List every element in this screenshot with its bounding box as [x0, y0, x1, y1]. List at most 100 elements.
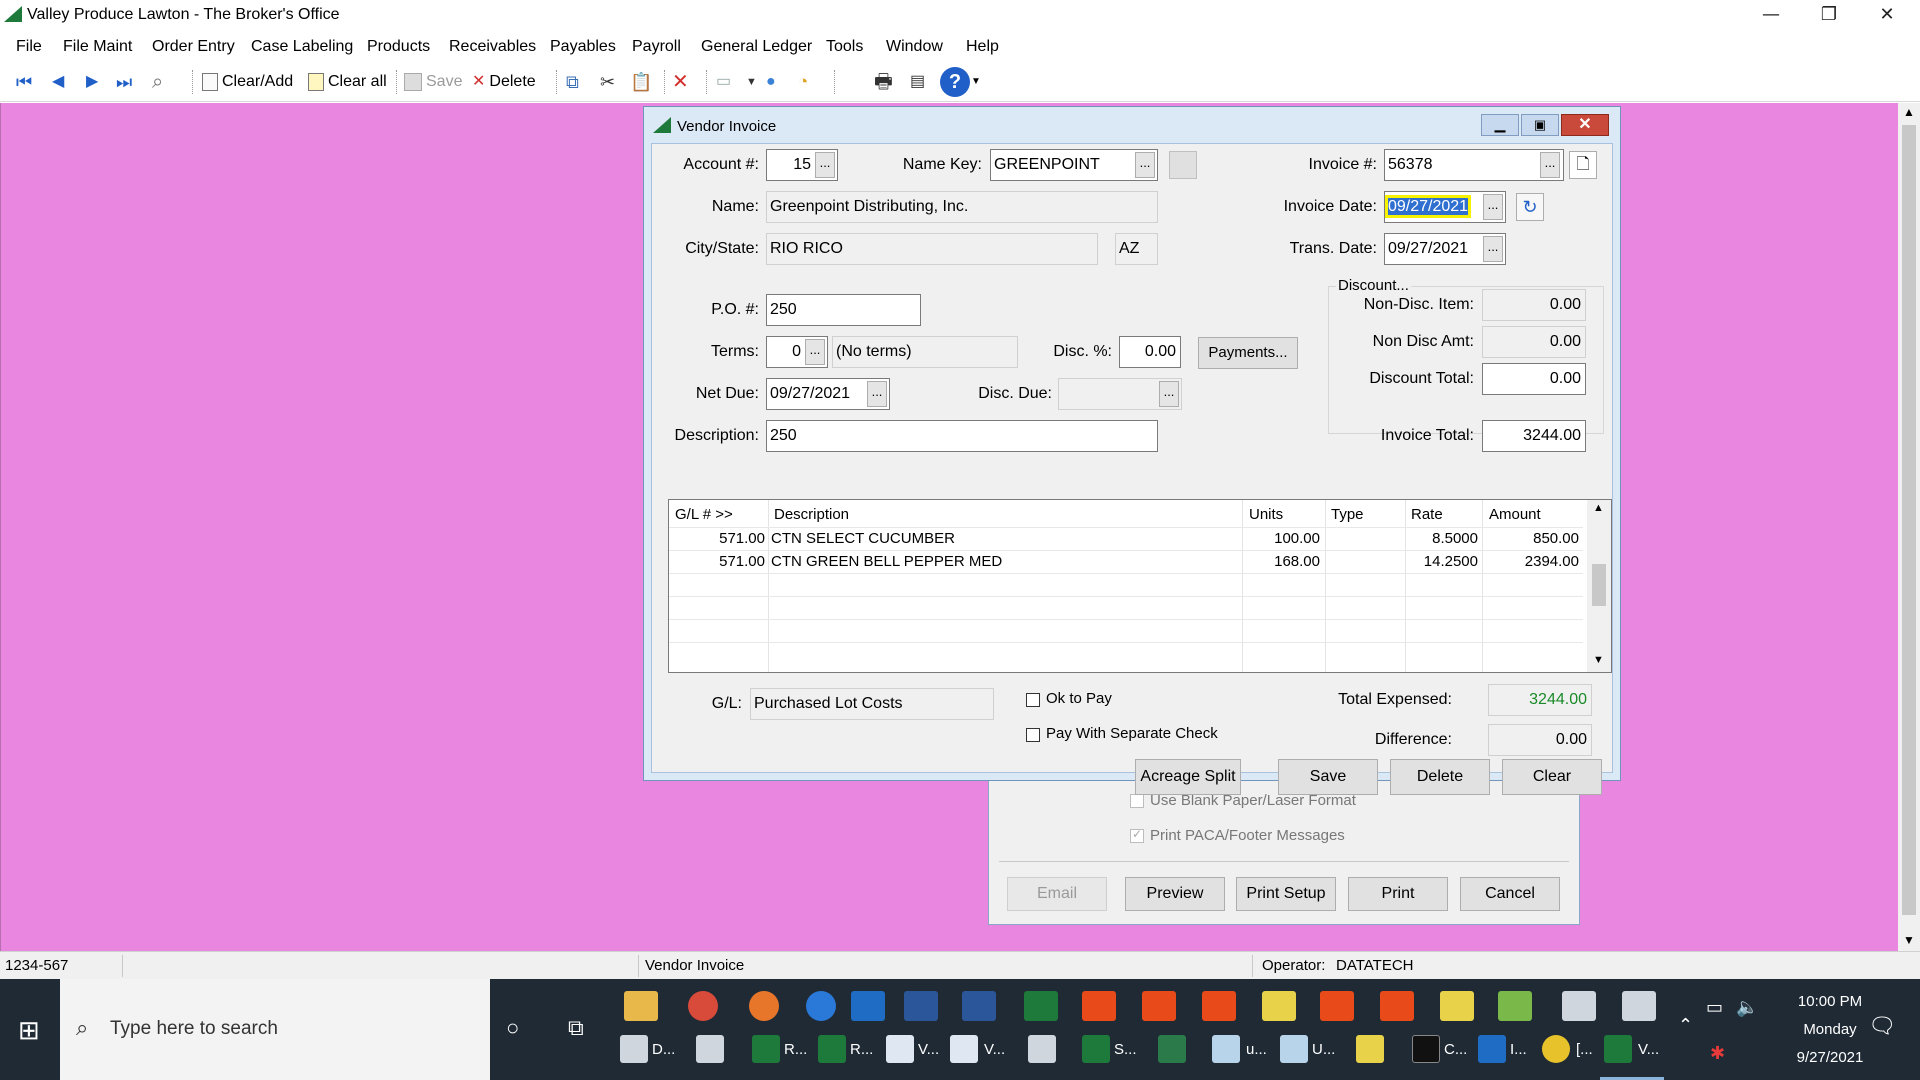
menu-case-labeling[interactable]: Case Labeling	[251, 38, 353, 56]
edge-icon[interactable]	[806, 991, 836, 1021]
task-view-icon[interactable]: ⧉	[568, 1015, 584, 1041]
next-record-icon[interactable]: ▶	[86, 70, 98, 94]
cancel-button[interactable]: Cancel	[1460, 877, 1560, 911]
calculator-icon[interactable]	[1028, 1035, 1056, 1063]
df-app-icon[interactable]	[1082, 991, 1116, 1021]
row2-amount[interactable]: 2394.00	[1482, 553, 1579, 570]
name-key-input[interactable]: GREENPOINT	[990, 149, 1158, 181]
show-hidden-icons[interactable]: ⌃	[1678, 1015, 1693, 1036]
utility-window-icon[interactable]	[1280, 1035, 1308, 1063]
scroll-down-icon[interactable]: ▼	[1903, 933, 1915, 947]
clear-add-button[interactable]: Clear/Add	[202, 70, 293, 94]
volume-icon[interactable]: 🔈	[1736, 997, 1758, 1018]
acreage-split-button[interactable]: Acreage Split	[1135, 759, 1241, 795]
email-button[interactable]: Email	[1007, 877, 1107, 911]
cut-icon[interactable]: ✂	[600, 70, 615, 94]
account-lookup-button[interactable]: ...	[815, 152, 835, 178]
name-key-lookup-button[interactable]: ...	[1135, 152, 1155, 178]
row1-description[interactable]: CTN SELECT CUCUMBER	[771, 530, 955, 547]
row1-gl[interactable]: 571.00	[669, 530, 765, 547]
description-input[interactable]: 250	[766, 420, 1158, 452]
brokers-office-icon[interactable]	[1024, 991, 1058, 1021]
grid-scrollbar-thumb[interactable]	[1592, 564, 1606, 606]
menu-order-entry[interactable]: Order Entry	[152, 38, 235, 56]
taskbar-window-label[interactable]: U...	[1312, 1041, 1335, 1058]
help-icon[interactable]: ?	[940, 67, 970, 97]
taskbar-window-label[interactable]: R...	[850, 1041, 873, 1058]
firefox-icon[interactable]	[749, 991, 779, 1021]
rdp-app-icon[interactable]	[1562, 991, 1596, 1021]
menu-file[interactable]: File	[16, 38, 42, 56]
menu-general-ledger[interactable]: General Ledger	[701, 38, 812, 56]
column-header-description[interactable]: Description	[774, 506, 849, 523]
scrollbar-thumb[interactable]	[1902, 125, 1916, 915]
taskbar-window-label[interactable]: u...	[1246, 1041, 1267, 1058]
taskbar-window-label[interactable]: V...	[1638, 1041, 1659, 1058]
separate-check-checkbox[interactable]	[1026, 728, 1040, 742]
clear-all-button[interactable]: Clear all	[308, 70, 387, 94]
windows-start-icon[interactable]: ⊞	[18, 1015, 40, 1046]
new-document-icon[interactable]: 🗋	[1569, 151, 1597, 179]
command-prompt-icon[interactable]	[1412, 1035, 1440, 1063]
taskbar-window-label[interactable]: V...	[918, 1041, 939, 1058]
payments-button[interactable]: Payments...	[1198, 337, 1298, 369]
grid-scroll-up-icon[interactable]: ▲	[1593, 502, 1604, 514]
printer-icon[interactable]: 🖶	[874, 70, 893, 94]
invoice-date-picker-button[interactable]: ...	[1483, 194, 1503, 220]
grid-scrollbar[interactable]: ▲ ▼	[1587, 500, 1611, 672]
taskbar-window-label[interactable]: [...	[1576, 1041, 1593, 1058]
taskbar-window-label[interactable]: D...	[652, 1041, 675, 1058]
row1-amount[interactable]: 850.00	[1482, 530, 1579, 547]
po-input[interactable]: 250	[766, 294, 921, 326]
vpn-window-icon[interactable]	[950, 1035, 978, 1063]
app-window-icon[interactable]	[1356, 1035, 1384, 1063]
brokers-office-icon[interactable]	[1604, 1035, 1632, 1063]
brokers-office-icon[interactable]	[818, 1035, 846, 1063]
terms-lookup-button[interactable]: ...	[805, 339, 825, 365]
utility-window-icon[interactable]	[1212, 1035, 1240, 1063]
rdp-window-icon[interactable]	[696, 1035, 724, 1063]
df-app-icon[interactable]	[1142, 991, 1176, 1021]
vpn-window-icon[interactable]	[886, 1035, 914, 1063]
vendor-note-icon[interactable]	[1169, 151, 1197, 179]
rdp-app-icon[interactable]	[1622, 991, 1656, 1021]
delete-invoice-button[interactable]: Delete	[1390, 759, 1490, 795]
column-header-units[interactable]: Units	[1249, 506, 1283, 523]
first-record-icon[interactable]: ⏮	[16, 70, 32, 94]
previous-record-icon[interactable]: ◀	[52, 70, 64, 94]
refresh-date-icon[interactable]: ↻	[1516, 193, 1544, 221]
delete-button[interactable]: ✕ Delete	[472, 70, 536, 94]
outlook-icon[interactable]	[1478, 1035, 1506, 1063]
preview-button[interactable]: Preview	[1125, 877, 1225, 911]
notification-app-icon[interactable]: ✱	[1710, 1043, 1725, 1064]
minimize-button[interactable]: —	[1748, 0, 1794, 30]
grid-scroll-down-icon[interactable]: ▼	[1593, 654, 1604, 666]
network-icon[interactable]: ▭	[1706, 997, 1723, 1018]
scroll-up-icon[interactable]: ▲	[1903, 105, 1915, 119]
menu-window[interactable]: Window	[886, 38, 943, 56]
sync-app-icon[interactable]	[1498, 991, 1532, 1021]
row2-gl[interactable]: 571.00	[669, 553, 765, 570]
df-app-icon[interactable]	[1202, 991, 1236, 1021]
disc-due-picker-button[interactable]: ...	[1159, 381, 1179, 407]
close-window-icon[interactable]: ✕	[1561, 114, 1609, 136]
taskbar-window-label[interactable]: C...	[1444, 1041, 1467, 1058]
print-button[interactable]: Print	[1348, 877, 1448, 911]
trans-date-picker-button[interactable]: ...	[1483, 236, 1503, 262]
discount-total-input[interactable]: 0.00	[1482, 363, 1586, 395]
rdp-window-icon[interactable]	[620, 1035, 648, 1063]
net-due-picker-button[interactable]: ...	[867, 381, 887, 407]
word-icon[interactable]	[962, 991, 996, 1021]
file-explorer-icon[interactable]	[624, 991, 658, 1021]
column-header-type[interactable]: Type	[1331, 506, 1364, 523]
menu-products[interactable]: Products	[367, 38, 430, 56]
menu-help[interactable]: Help	[966, 38, 999, 56]
print-setup-button[interactable]: Print Setup	[1236, 877, 1336, 911]
menu-payables[interactable]: Payables	[550, 38, 616, 56]
brokers-office-icon[interactable]	[752, 1035, 780, 1063]
report-icon[interactable]: ▭	[716, 70, 731, 94]
taskbar-window-label[interactable]: S...	[1114, 1041, 1137, 1058]
row2-units[interactable]: 168.00	[1242, 553, 1320, 570]
print-paca-checkbox[interactable]: ✓	[1130, 827, 1144, 843]
invoice-number-lookup-button[interactable]: ...	[1540, 152, 1560, 178]
